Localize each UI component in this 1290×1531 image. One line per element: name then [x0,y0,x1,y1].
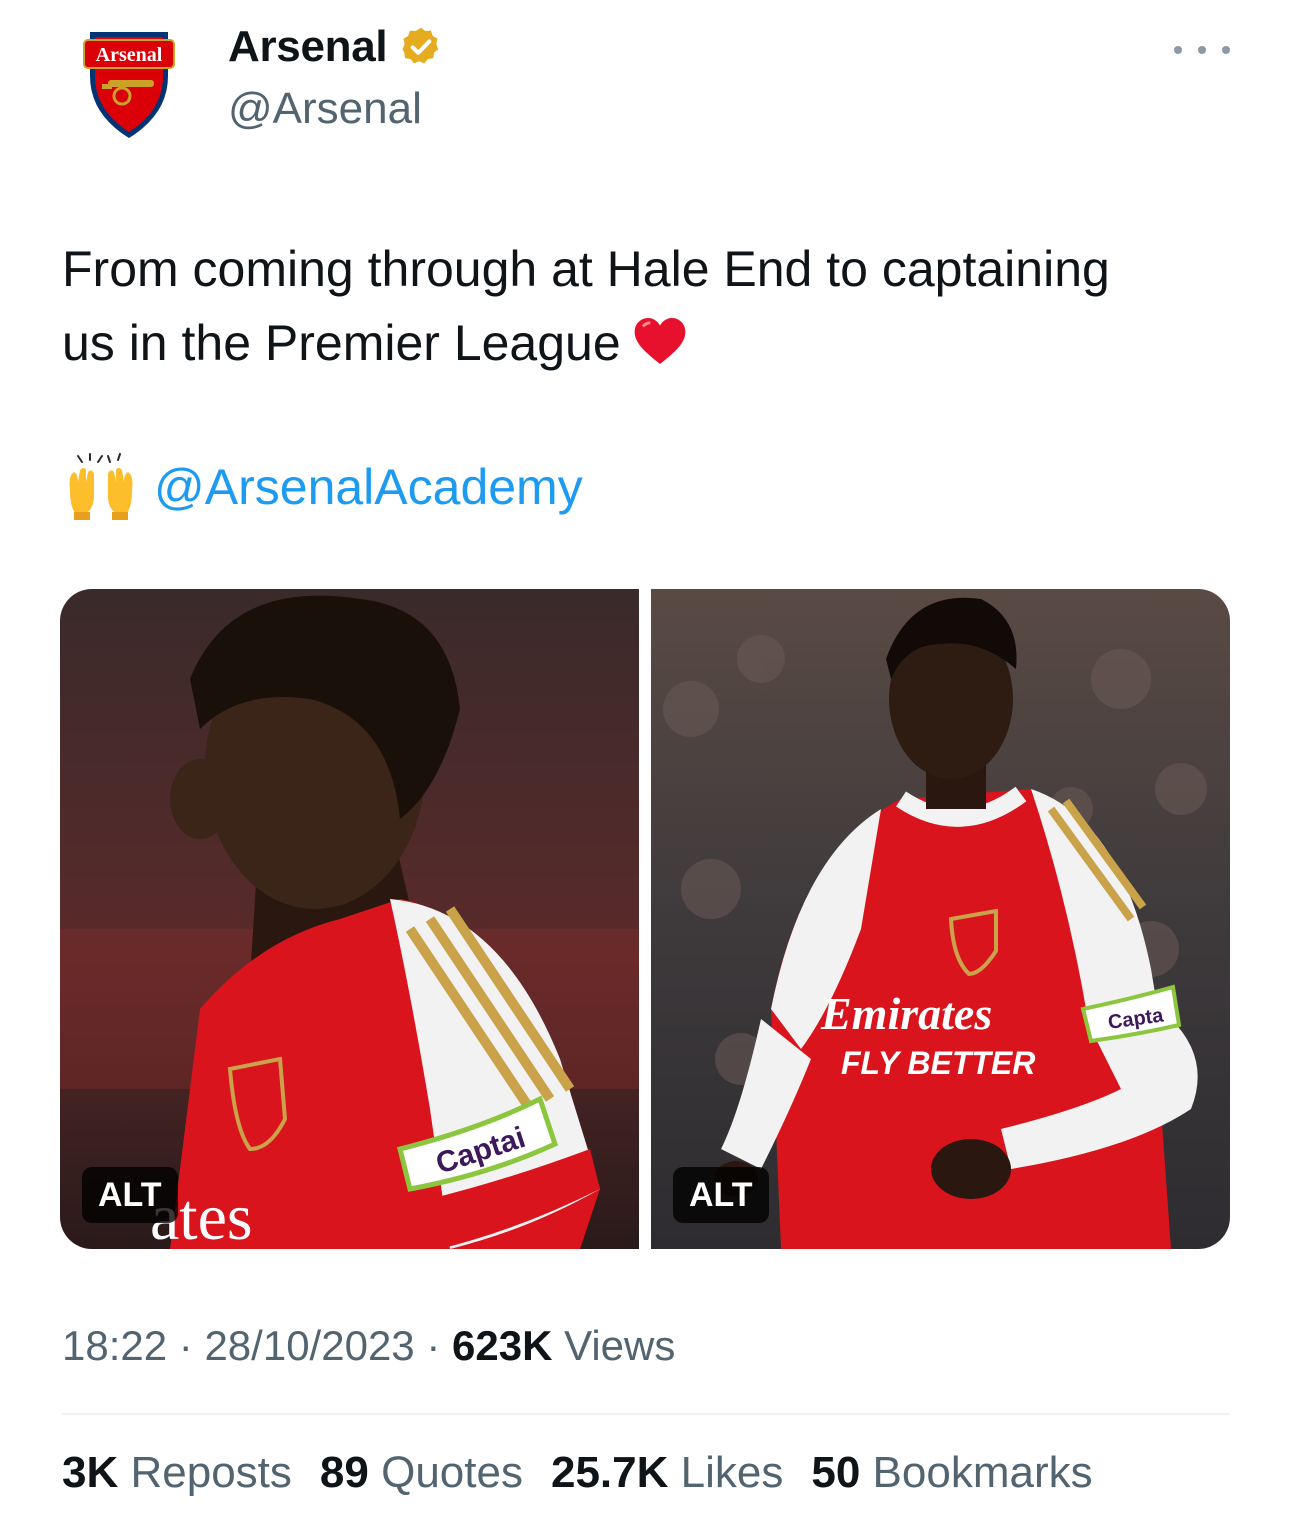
divider [62,1413,1230,1415]
tweet-date[interactable]: 28/10/2023 [204,1322,414,1369]
reposts-stat[interactable]: 3K Reposts [62,1448,292,1498]
tweet-text-line-1: From coming through at Hale End to capta… [62,241,1110,297]
quotes-label: Quotes [381,1448,523,1497]
crest-lettering: Arsenal [96,44,163,66]
bookmarks-label: Bookmarks [872,1448,1093,1497]
reposts-label: Reposts [130,1448,292,1497]
likes-label: Likes [680,1448,784,1497]
views-count: 623K [452,1322,553,1369]
tweet-media-grid: Captai ates ALT Capta Emirates FLY BETTE… [60,589,1230,1249]
media-photo-1[interactable]: Captai ates ALT [60,589,639,1249]
raised-hands-icon [69,453,133,520]
mention-arsenal-academy-link[interactable]: @ArsenalAcademy [154,458,583,516]
bookmarks-stat[interactable]: 50 Bookmarks [811,1448,1092,1498]
author-handle[interactable]: @Arsenal [228,84,422,134]
arsenal-crest-avatar[interactable]: Arsenal [62,14,196,148]
shirt-sponsor-text-2: Emirates [820,988,992,1039]
red-heart-icon [634,318,686,364]
tweet-time[interactable]: 18:22 [62,1322,167,1369]
likes-stat[interactable]: 25.7K Likes [551,1448,783,1498]
alt-text-button-1[interactable]: ALT [82,1167,178,1223]
quotes-count: 89 [319,1448,369,1497]
more-options-icon[interactable] [1174,32,1230,68]
tweet-text-line-2: us in the Premier League [62,315,621,371]
tweet-meta: 18:22 · 28/10/2023 · 623K Views [62,1322,675,1370]
quotes-stat[interactable]: 89 Quotes [320,1448,523,1498]
tweet-text: From coming through at Hale End to capta… [62,232,1242,380]
likes-count: 25.7K [550,1448,669,1497]
alt-text-button-2[interactable]: ALT [673,1167,769,1223]
engagement-stats: 3K Reposts 89 Quotes 25.7K Likes 50 Book… [62,1448,1121,1498]
bookmarks-count: 50 [811,1448,861,1497]
views-label: Views [564,1322,676,1369]
media-photo-2[interactable]: Capta Emirates FLY BETTER ALT [651,589,1230,1249]
meta-separator: · [178,1322,193,1369]
verified-badge-icon [402,27,439,64]
meta-separator: · [426,1322,441,1369]
shirt-tagline-text: FLY BETTER [841,1045,1035,1081]
author-display-name[interactable]: Arsenal [228,22,388,72]
reposts-count: 3K [62,1448,119,1497]
